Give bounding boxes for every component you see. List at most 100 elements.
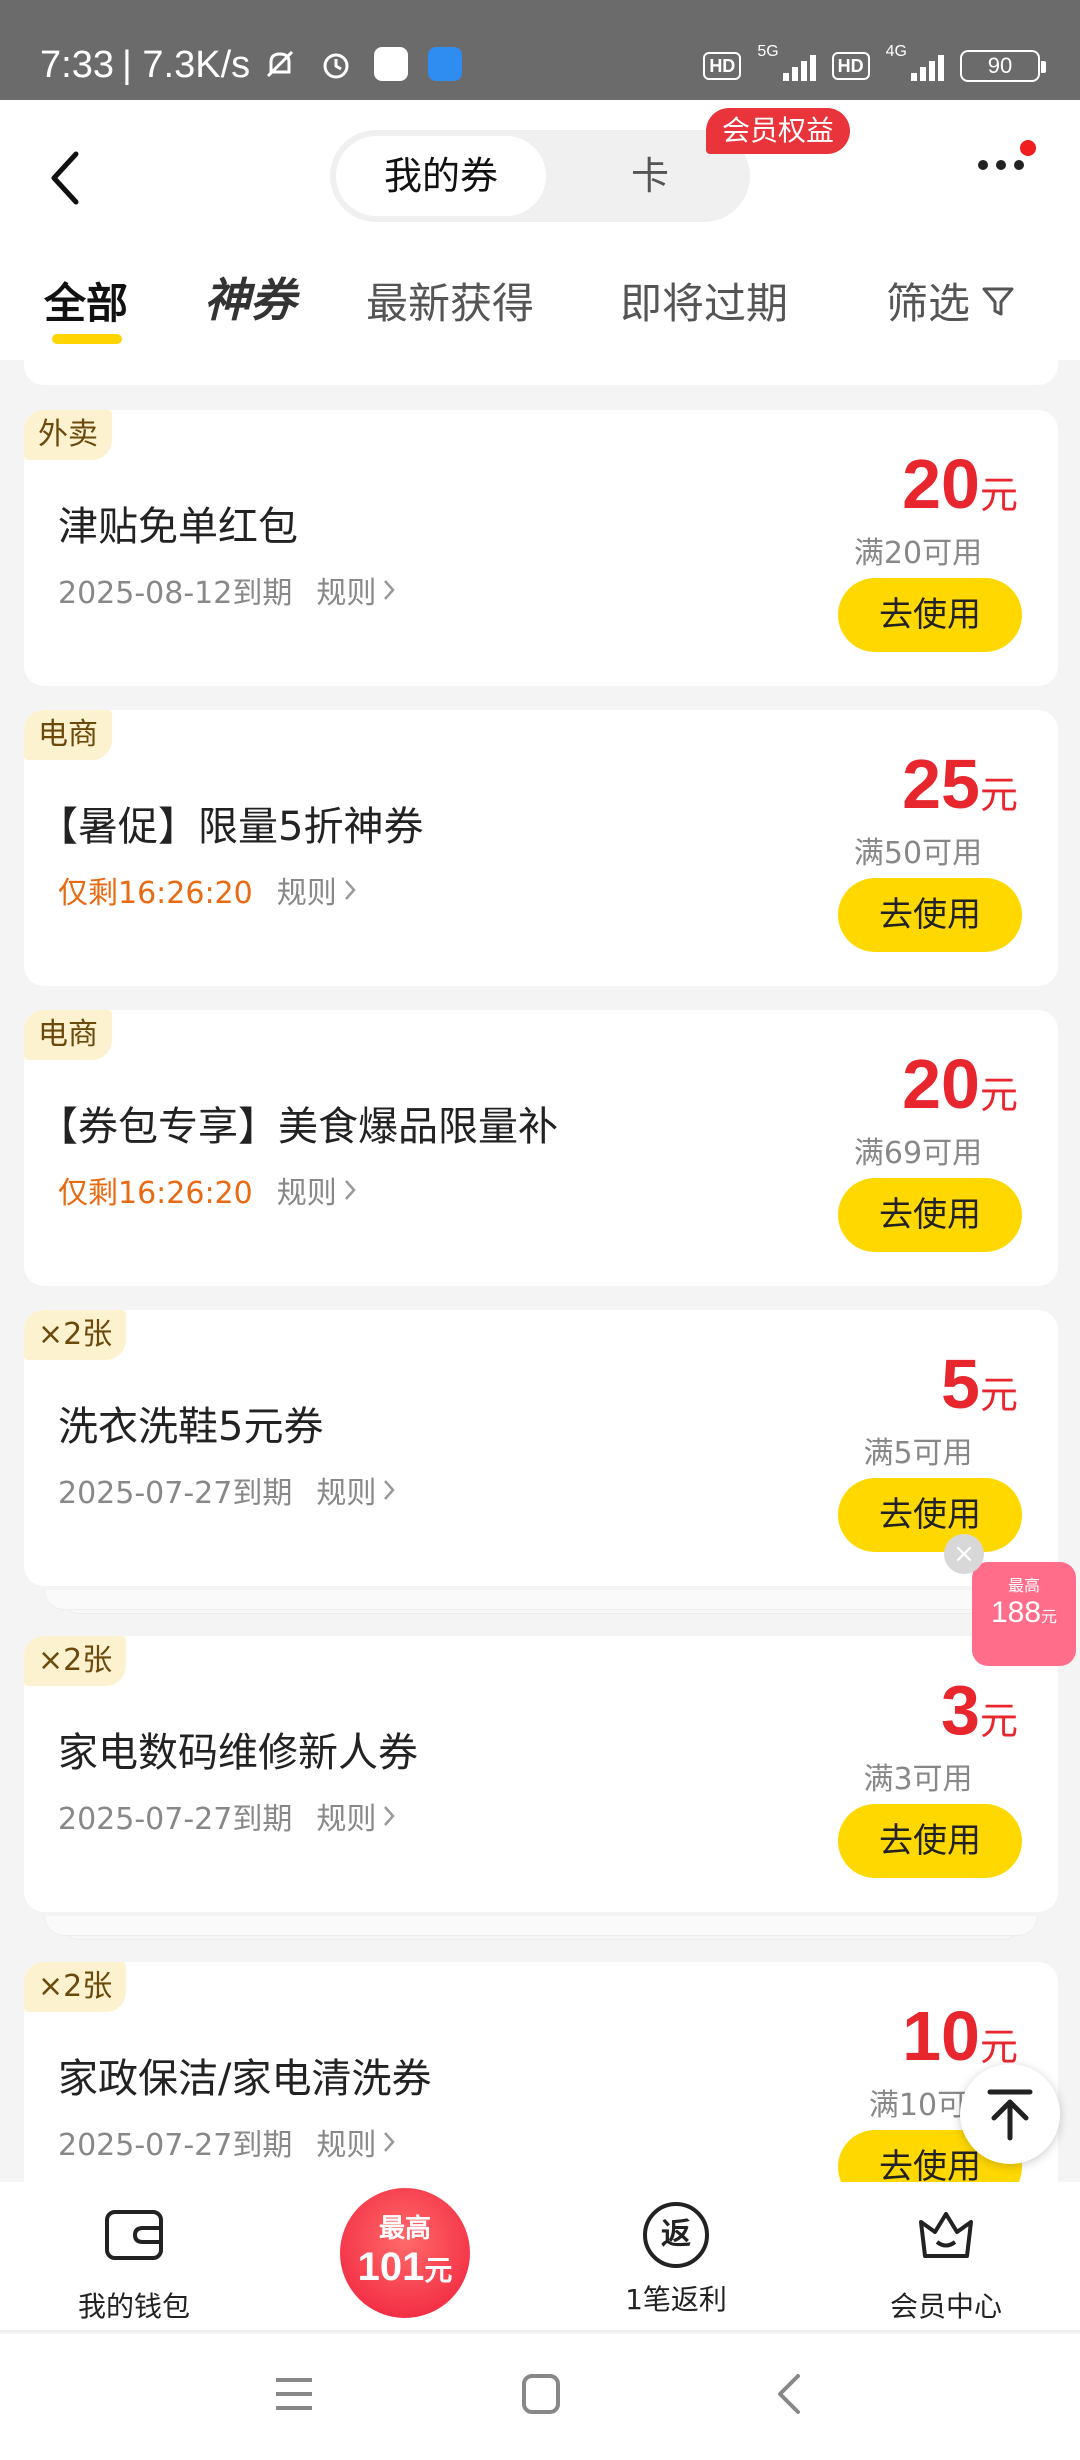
hd-icon: HD: [703, 52, 742, 80]
coupon-meta: 2025-07-27到期 规则: [58, 1468, 396, 1512]
coupon-title: 【暑促】限量5折神券: [38, 804, 424, 850]
coupon-title: 家电数码维修新人券: [58, 1730, 418, 1776]
use-coupon-button[interactable]: 去使用: [838, 1478, 1022, 1552]
coupon-card: 电商 【暑促】限量5折神券 仅剩16:26:20 规则 25元 满50可用 去使…: [24, 710, 1058, 986]
coupon-expiry: 2025-07-27到期: [58, 1476, 293, 1511]
bottom-nav-rebate[interactable]: 返 1笔返利: [576, 2202, 776, 2318]
stacked-card-edge: [44, 1916, 1038, 1936]
battery-icon: 90: [960, 50, 1046, 82]
bottom-bar: 我的钱包 最高 101元 返 1笔返利 会员中心: [0, 2182, 1080, 2332]
coupon-title: 洗衣洗鞋5元券: [58, 1404, 324, 1450]
status-bar: 7:33 | 7.3K/s HD 5G HD 4G 90: [0, 0, 1080, 100]
mute-bell-icon: [262, 46, 298, 82]
chevron-right-icon: [384, 580, 396, 600]
use-coupon-button[interactable]: 去使用: [838, 1804, 1022, 1878]
coupon-meta: 2025-07-27到期 规则: [58, 2120, 396, 2164]
app-notification-icon-2: [428, 47, 462, 81]
coupon-amount: 25元: [902, 745, 1018, 823]
chevron-right-icon: [344, 1180, 356, 1200]
rules-link[interactable]: 规则: [316, 1794, 396, 1838]
coupon-condition: 满5可用: [863, 1436, 973, 1471]
use-coupon-button[interactable]: 去使用: [838, 578, 1022, 652]
wallet-icon: [105, 2210, 163, 2260]
bottom-nav-wallet[interactable]: 我的钱包: [34, 2202, 234, 2325]
hd-icon-2: HD: [831, 52, 870, 80]
filter-label: 筛选: [886, 279, 971, 328]
funnel-icon: [982, 287, 1014, 315]
member-center-label: 会员中心: [889, 2290, 1002, 2323]
segment-my-coupons[interactable]: 我的券: [336, 136, 546, 216]
use-coupon-button[interactable]: 去使用: [838, 1178, 1022, 1252]
use-coupon-button[interactable]: 去使用: [838, 878, 1022, 952]
coupon-amount: 20元: [902, 1045, 1018, 1123]
status-right: HD 5G HD 4G 90: [703, 43, 1046, 82]
coupon-tag: 电商: [24, 1010, 112, 1060]
system-nav-bar: [0, 2334, 1080, 2460]
coupon-meta: 2025-08-12到期 规则: [58, 568, 396, 612]
app-notification-icon: [374, 47, 408, 81]
filter-tabs: 全部 神券 最新获得 即将过期 筛选: [0, 260, 1080, 360]
coupon-condition: 满20可用: [853, 536, 983, 571]
rules-link[interactable]: 规则: [277, 868, 357, 912]
rules-link[interactable]: 规则: [316, 2120, 396, 2164]
coupon-count-tag: ×2张: [24, 1636, 127, 1686]
scroll-to-top-button[interactable]: [960, 2064, 1060, 2164]
tab-expiring[interactable]: 即将过期: [620, 270, 788, 331]
chevron-right-icon: [384, 1806, 396, 1826]
bottom-nav-member-center[interactable]: 会员中心: [846, 2202, 1046, 2325]
more-dot-icon: [996, 160, 1006, 170]
coupon-amount: 5元: [941, 1345, 1018, 1423]
coupon-count-tag: ×2张: [24, 1962, 127, 2012]
coupon-title: 家政保洁/家电清洗券: [58, 2056, 432, 2102]
coupon-meta: 仅剩16:26:20 规则: [58, 868, 357, 912]
chevron-right-icon: [384, 1480, 396, 1500]
member-benefits-badge[interactable]: 会员权益: [706, 108, 851, 154]
previous-card-edge: [24, 355, 1058, 385]
network-type: 5G: [757, 43, 779, 60]
coupon-condition: 满3可用: [863, 1762, 973, 1797]
tab-shen-coupons[interactable]: 神券: [204, 264, 296, 330]
coupon-countdown: 仅剩16:26:20: [58, 876, 253, 911]
filter-button[interactable]: 筛选: [886, 270, 1016, 331]
rules-link[interactable]: 规则: [277, 1168, 357, 1212]
back-button[interactable]: [46, 148, 86, 208]
back-arrow-icon: [51, 151, 79, 205]
coupon-card: ×2张 家电数码维修新人券 2025-07-27到期 规则 3元 满3可用 去使…: [24, 1636, 1058, 1912]
floating-promo-badge: 最高 188元: [972, 1562, 1076, 1666]
coupon-count-tag: ×2张: [24, 1310, 127, 1360]
coupon-meta: 2025-07-27到期 规则: [58, 1794, 396, 1838]
coupon-title: 津贴免单红包: [58, 504, 298, 550]
back-icon[interactable]: [760, 2364, 820, 2424]
menu-icon[interactable]: [264, 2364, 324, 2424]
tab-underline: [52, 334, 122, 344]
stacked-card-edge: [44, 1590, 1038, 1610]
arrow-up-icon: [987, 2089, 1033, 2141]
tab-newest[interactable]: 最新获得: [366, 270, 534, 331]
tab-all[interactable]: 全部: [44, 270, 128, 344]
header: 我的券 卡 会员权益 全部 神券 最新获得 即将过期 筛选: [0, 100, 1080, 360]
coupon-title: 【券包专享】美食爆品限量补: [38, 1104, 558, 1150]
crown-icon: [919, 2212, 973, 2258]
coupon-expiry: 2025-08-12到期: [58, 576, 293, 611]
coupon-amount: 20元: [902, 445, 1018, 523]
coupon-tag: 电商: [24, 710, 112, 760]
coupon-card: 外卖 津贴免单红包 2025-08-12到期 规则 20元 满20可用 去使用: [24, 410, 1058, 686]
segmented-control: 我的券 卡: [330, 130, 750, 222]
network-type-2: 4G: [885, 43, 907, 60]
rebate-icon: 返: [643, 2202, 709, 2268]
status-time: 7:33 | 7.3K/s: [40, 44, 251, 86]
rules-link[interactable]: 规则: [316, 568, 396, 612]
coupon-condition: 满69可用: [853, 1136, 983, 1171]
alarm-icon: [318, 46, 354, 82]
rebate-label: 1笔返利: [625, 2283, 727, 2316]
rules-link[interactable]: 规则: [316, 1468, 396, 1512]
status-left-icons: [262, 46, 462, 82]
close-promo-button[interactable]: ×: [944, 1534, 984, 1574]
coupon-amount: 3元: [941, 1671, 1018, 1749]
more-button[interactable]: [978, 160, 1024, 170]
coupon-card: 电商 【券包专享】美食爆品限量补 仅剩16:26:20 规则 20元 满69可用…: [24, 1010, 1058, 1286]
home-icon[interactable]: [510, 2364, 570, 2424]
coupon-expiry: 2025-07-27到期: [58, 1802, 293, 1837]
more-dot-icon: [1014, 160, 1024, 170]
max-rebate-promo[interactable]: 最高 101元: [340, 2188, 470, 2318]
